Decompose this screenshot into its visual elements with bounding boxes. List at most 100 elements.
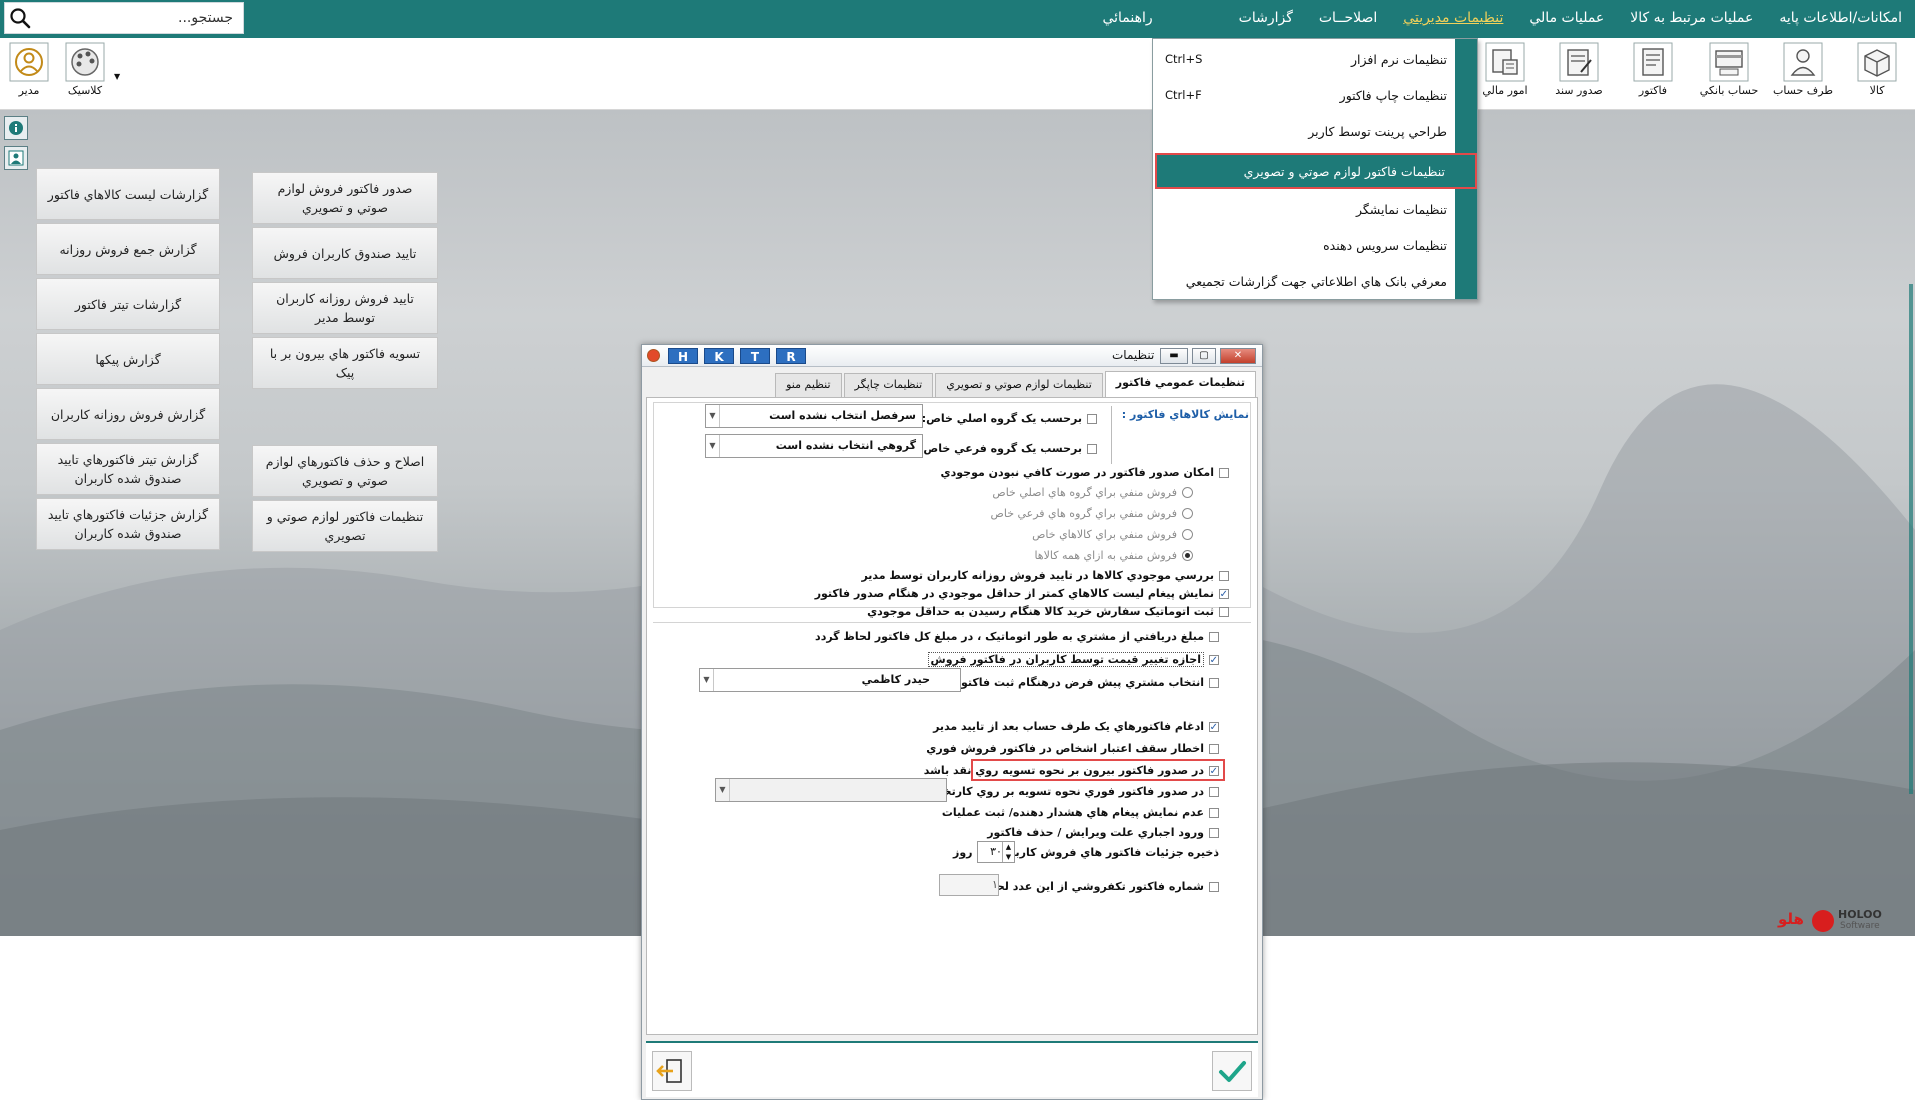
report-cashier-invoice-headers-button[interactable]: گزارش تيتر فاکتورهاي تاييد صندوق شده کار… [36, 443, 220, 495]
dropdown-item-invoice-print-settings[interactable]: تنظيمات چاپ فاکتور Ctrl+F [1153, 77, 1457, 113]
menu-management-settings[interactable]: تنظيمات مديريتي [1390, 0, 1516, 38]
group-main-select[interactable]: ▼ سرفصل انتخاب نشده است [705, 404, 923, 428]
confirm-daily-sales-by-manager-button[interactable]: تاييد فروش روزانه کاربران توسط مدير [252, 282, 438, 334]
report-invoice-headers-button[interactable]: گزارشات تيتر فاکتور [36, 278, 220, 330]
save-days-unit: روز [953, 846, 973, 859]
show-min-stock-checkbox[interactable]: ✓ [1219, 588, 1229, 599]
stepper-arrows-icon[interactable]: ▲ ▼ [1002, 842, 1014, 862]
toolbar-issue-document-button[interactable]: صدور سند [1544, 40, 1614, 106]
report-cashier-invoice-details-button[interactable]: گزارش جزئيات فاکتورهاي تاييد صندوق شده ک… [36, 498, 220, 550]
dropdown-item-label: تنظيمات چاپ فاکتور [1339, 87, 1447, 103]
report-couriers-button[interactable]: گزارش پيکها [36, 333, 220, 385]
menu-corrections[interactable]: اصلاحــات [1306, 0, 1390, 38]
menu-base-info[interactable]: امکانات/اطلاعات پايه [1766, 0, 1915, 38]
dropdown-item-server-settings[interactable]: تنظيمات سرويس دهنده [1153, 227, 1457, 263]
toolbar-label: کلاسيک [67, 84, 103, 97]
search-input[interactable] [35, 5, 235, 31]
allow-negative-checkbox[interactable] [1219, 467, 1229, 478]
phone-number-input[interactable]: ۱ [939, 874, 999, 896]
hotkey-t-button[interactable]: T [740, 348, 770, 364]
menu-financial-operations[interactable]: عمليات مالي [1516, 0, 1617, 38]
credit-limit-warning-checkbox[interactable] [1209, 743, 1219, 754]
exit-door-icon [656, 1059, 682, 1083]
allow-price-change-checkbox[interactable]: ✓ [1209, 654, 1219, 665]
negative-sub-groups-radio[interactable] [1182, 508, 1193, 519]
dialog-bottom-bar [646, 1041, 1258, 1097]
option-row: بررسي موجودي کالاها در تاييد فروش روزانه… [861, 569, 1229, 582]
toolbar-account-party-button[interactable]: طرف حساب [1768, 40, 1838, 106]
issue-audio-video-invoice-button[interactable]: صدور فاکتور فروش لوازم صوتي و تصويري [252, 172, 438, 224]
mandatory-edit-reason-checkbox[interactable] [1209, 827, 1219, 838]
management-settings-dropdown: تنظيمات نرم افزار Ctrl+S تنظيمات چاپ فاک… [1152, 38, 1478, 300]
toolbar-label: طرف حساب [1772, 84, 1834, 97]
section-label: نمايش کالاهاي فاکتور : [1121, 408, 1249, 421]
hotkey-k-button[interactable]: K [704, 348, 734, 364]
menu-goods-operations[interactable]: عمليات مرتبط به کالا [1617, 0, 1766, 38]
dialog-title: تنظيمات [1112, 348, 1155, 362]
confirm-button[interactable] [1212, 1051, 1252, 1091]
toolbar-label: کالا [1869, 84, 1885, 97]
save-days-stepper[interactable]: ۳۰ ▲ ▼ [977, 841, 1015, 863]
settle-delivery-invoices-button[interactable]: تسويه فاکتور هاي بيرون بر با پيک [252, 337, 438, 389]
toolbar-invoice-button[interactable]: فاکتور [1618, 40, 1688, 106]
negative-main-groups-radio[interactable] [1182, 487, 1193, 498]
group-main-checkbox[interactable] [1087, 413, 1097, 424]
confirm-sales-cashier-button[interactable]: تاييد صندوق کاربران فروش [252, 227, 438, 279]
exit-button[interactable] [652, 1051, 692, 1091]
tab-general-invoice-settings[interactable]: تنظيمات عمومي فاکتور [1104, 371, 1256, 397]
merge-invoices-checkbox[interactable]: ✓ [1209, 721, 1219, 732]
edit-delete-audio-video-invoices-button[interactable]: اصلاح و حذف فاکتورهاي لوازم صوتي و تصوير… [252, 445, 438, 497]
toolbar-classic-theme-button[interactable]: کلاسيک [50, 40, 120, 106]
hotkey-h-button[interactable]: H [668, 348, 698, 364]
info-icon[interactable] [4, 116, 28, 140]
group-sub-checkbox[interactable] [1087, 443, 1097, 454]
toolbar-finance-button[interactable]: امور مالي [1470, 40, 1540, 106]
check-stock-manager-checkbox[interactable] [1219, 570, 1229, 581]
menu-reports[interactable]: گزارشات [1226, 0, 1306, 38]
dropdown-item-display-settings[interactable]: تنظيمات نمايشگر [1153, 191, 1457, 227]
negative-all-goods-radio[interactable] [1182, 550, 1193, 561]
phone-number-checkbox[interactable] [1209, 881, 1219, 892]
auto-purchase-order-checkbox[interactable] [1219, 606, 1229, 617]
card-reader-select[interactable]: ▼ [715, 778, 947, 802]
report-users-daily-sales-button[interactable]: گزارش فروش روزانه کاربران [36, 388, 220, 440]
dropdown-item-label: معرفي بانک هاي اطلاعاتي جهت گزارشات تجمي… [1185, 273, 1447, 289]
close-button[interactable]: ✕ [1220, 348, 1256, 364]
menu-help[interactable]: راهنمائي [1089, 0, 1165, 38]
tab-printer-settings[interactable]: تنظيمات چاپگر [843, 373, 934, 397]
report-invoice-goods-list-button[interactable]: گزارشات ليست کالاهاي فاکتور [36, 168, 220, 220]
dropdown-item-audio-video-invoice-settings[interactable]: تنظيمات فاکتور لوازم صوتي و تصويري [1155, 153, 1477, 189]
report-daily-sales-total-button[interactable]: گزارش جمع فروش روزانه [36, 223, 220, 275]
dropdown-arrow-icon[interactable]: ▼ [114, 72, 120, 81]
hotkey-r-button[interactable]: R [776, 348, 806, 364]
dropdown-item-databases-aggregate-reports[interactable]: معرفي بانک هاي اطلاعاتي جهت گزارشات تجمي… [1153, 263, 1457, 299]
search-box[interactable] [4, 2, 244, 34]
dialog-title-bar[interactable]: H K T R تنظيمات ▬ ▢ ✕ [642, 345, 1262, 367]
audio-video-invoice-settings-button[interactable]: تنظيمات فاکتور لوازم صوتي و تصويري [252, 500, 438, 552]
group-sub-select[interactable]: ▼ گروهي انتخاب نشده است [705, 434, 923, 458]
user-card-icon[interactable] [4, 146, 28, 170]
auto-payment-checkbox[interactable] [1209, 631, 1219, 642]
box-icon [1857, 42, 1897, 82]
dropdown-item-software-settings[interactable]: تنظيمات نرم افزار Ctrl+S [1153, 41, 1457, 77]
maximize-button[interactable]: ▢ [1192, 348, 1216, 364]
option-row: ✓ نمايش پيغام ليست کالاهاي کمتر از حداقل … [814, 587, 1229, 600]
hide-warnings-checkbox[interactable] [1209, 807, 1219, 818]
tab-audio-video-settings[interactable]: تنظيمات لوازم صوتي و تصويري [935, 373, 1103, 397]
toolbar-goods-button[interactable]: کالا [1842, 40, 1912, 106]
toolbar-bank-account-button[interactable]: حساب بانکي [1694, 40, 1764, 106]
search-icon[interactable] [5, 3, 35, 33]
tab-menu-settings[interactable]: تنظيم منو [775, 373, 842, 397]
instant-card-settlement-checkbox[interactable] [1209, 786, 1219, 797]
scrollbar[interactable] [1909, 284, 1913, 794]
section-divider [1111, 406, 1112, 464]
toolbar: مدير کلاسيک ▼ کالا طرف حساب حساب بانکي ف… [0, 38, 1915, 110]
side-icons [4, 116, 30, 176]
radio-row: فروش منفي براي کالاهاي خاص [1032, 528, 1193, 541]
dropdown-item-print-design[interactable]: طراحي پرينت توسط کاربر [1153, 113, 1457, 149]
minimize-button[interactable]: ▬ [1160, 348, 1188, 364]
negative-specific-goods-radio[interactable] [1182, 529, 1193, 540]
radio-row: فروش منفي براي گروه هاي فرعي خاص [991, 507, 1193, 520]
default-customer-select[interactable]: ▼ حيدر کاظمي [699, 668, 961, 692]
default-customer-checkbox[interactable] [1209, 677, 1219, 688]
